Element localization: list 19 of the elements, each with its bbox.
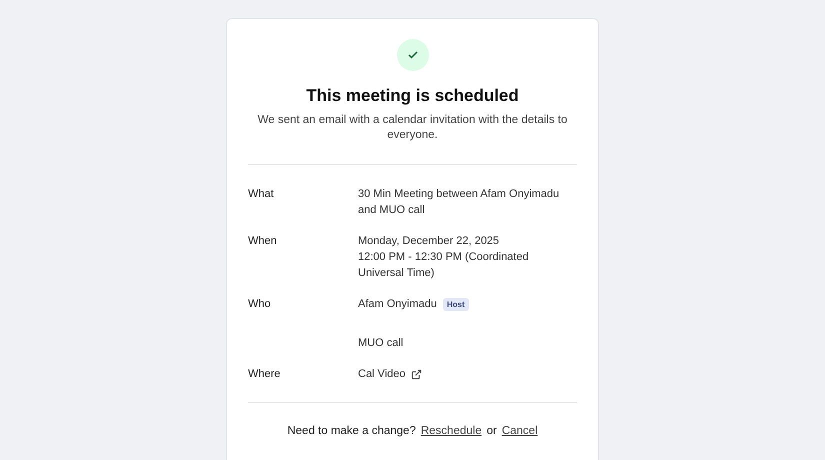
detail-label: When	[248, 234, 278, 249]
page-title: This meeting is scheduled	[305, 85, 520, 107]
host-badge: Host	[442, 298, 469, 310]
attendee-name: Afam Onyimadu	[358, 297, 437, 312]
detail-label: What	[248, 187, 275, 202]
detail-value: Monday, December 22, 2025	[358, 234, 500, 249]
cancel-link[interactable]: Cancel	[502, 423, 538, 440]
success-check-icon	[396, 39, 428, 71]
confirmation-message: We sent an email with a calendar invitation with the details to everyone.	[256, 113, 568, 143]
or-text: or	[486, 424, 497, 439]
detail-value: 30 Min Meeting between Afam Onyimadu and MUO call	[358, 187, 560, 218]
detail-label: Where	[248, 367, 282, 382]
location-link[interactable]: Cal Video	[358, 366, 422, 382]
external-link-icon	[410, 368, 422, 380]
detail-label: Who	[248, 297, 272, 312]
reschedule-link[interactable]: Reschedule	[420, 423, 482, 440]
change-prompt: Need to make a change?	[287, 424, 416, 439]
detail-value: 12:00 PM - 12:30 PM (Coordinated Universal Time)	[358, 250, 530, 281]
attendee-name: MUO call	[358, 336, 404, 351]
